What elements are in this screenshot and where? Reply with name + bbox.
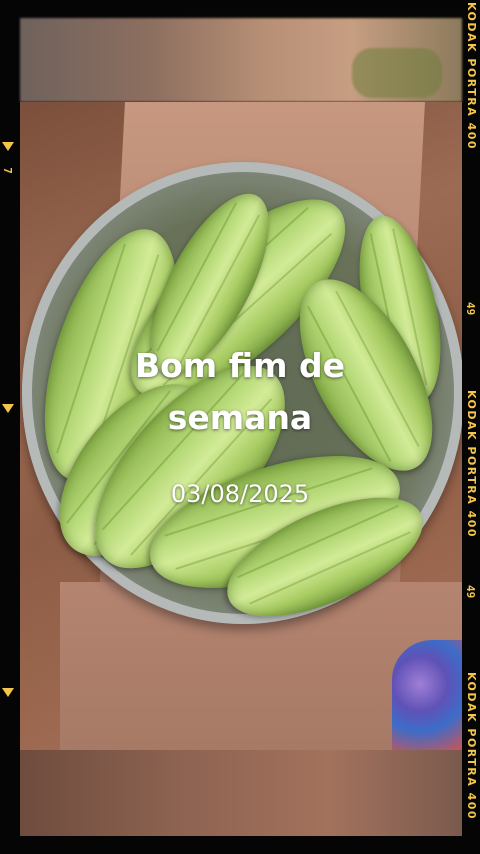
film-frame: Bom fim de semana 03/08/2025 KODAK PORTR… [0, 0, 480, 854]
frame-number: 49 [464, 302, 477, 316]
film-edge-right: KODAK PORTRA 400 49 KODAK PORTRA 400 49 … [462, 0, 480, 854]
film-brand-mark: KODAK PORTRA 400 [465, 390, 478, 539]
left-frame-number: 7 [0, 167, 14, 174]
film-brand-mark: KODAK PORTRA 400 [465, 2, 478, 151]
date-text: 03/08/2025 [170, 480, 310, 508]
triangle-down-icon [2, 404, 14, 413]
blurred-background-top [20, 18, 462, 102]
blurred-background-bottom [20, 750, 462, 836]
greeting-text: Bom fim de semana [0, 340, 480, 444]
patterned-cloth [392, 640, 462, 750]
greeting-line-1: Bom fim de [134, 346, 346, 385]
triangle-down-icon [2, 688, 14, 697]
triangle-down-icon [2, 142, 14, 151]
film-brand-mark: KODAK PORTRA 400 [465, 672, 478, 821]
frame-number: 49 [464, 585, 477, 599]
greeting-line-2: semana [167, 398, 313, 437]
